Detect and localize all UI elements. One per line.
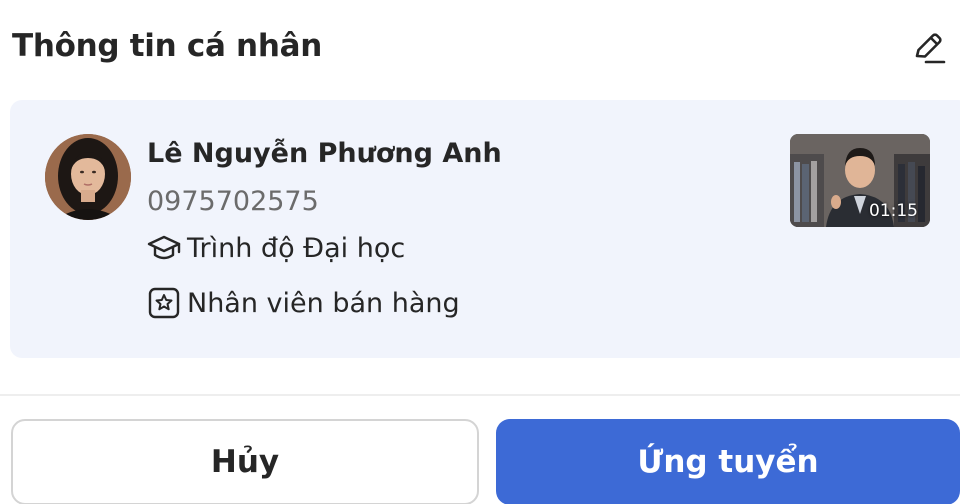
- pencil-icon: [910, 30, 946, 70]
- apply-button[interactable]: Ứng tuyển: [496, 419, 960, 504]
- intro-video-thumbnail[interactable]: 01:15: [790, 134, 930, 227]
- video-duration: 01:15: [869, 201, 918, 221]
- position-row: Nhân viên bán hàng: [147, 285, 460, 321]
- education-label: Trình độ Đại học: [187, 232, 406, 264]
- education-row: Trình độ Đại học: [147, 230, 405, 266]
- divider: [0, 394, 960, 396]
- page-title: Thông tin cá nhân: [12, 28, 322, 64]
- cancel-button[interactable]: Hủy: [11, 419, 479, 504]
- edit-button[interactable]: [906, 28, 950, 72]
- personal-info-screen: Thông tin cá nhân Lê Nguyễn Phương Anh 0…: [0, 0, 960, 504]
- star-badge-icon: [147, 285, 187, 321]
- candidate-name: Lê Nguyễn Phương Anh: [147, 138, 502, 169]
- position-label: Nhân viên bán hàng: [187, 287, 460, 319]
- graduation-cap-icon: [147, 230, 187, 266]
- avatar: [45, 134, 131, 220]
- candidate-phone: 0975702575: [147, 186, 319, 217]
